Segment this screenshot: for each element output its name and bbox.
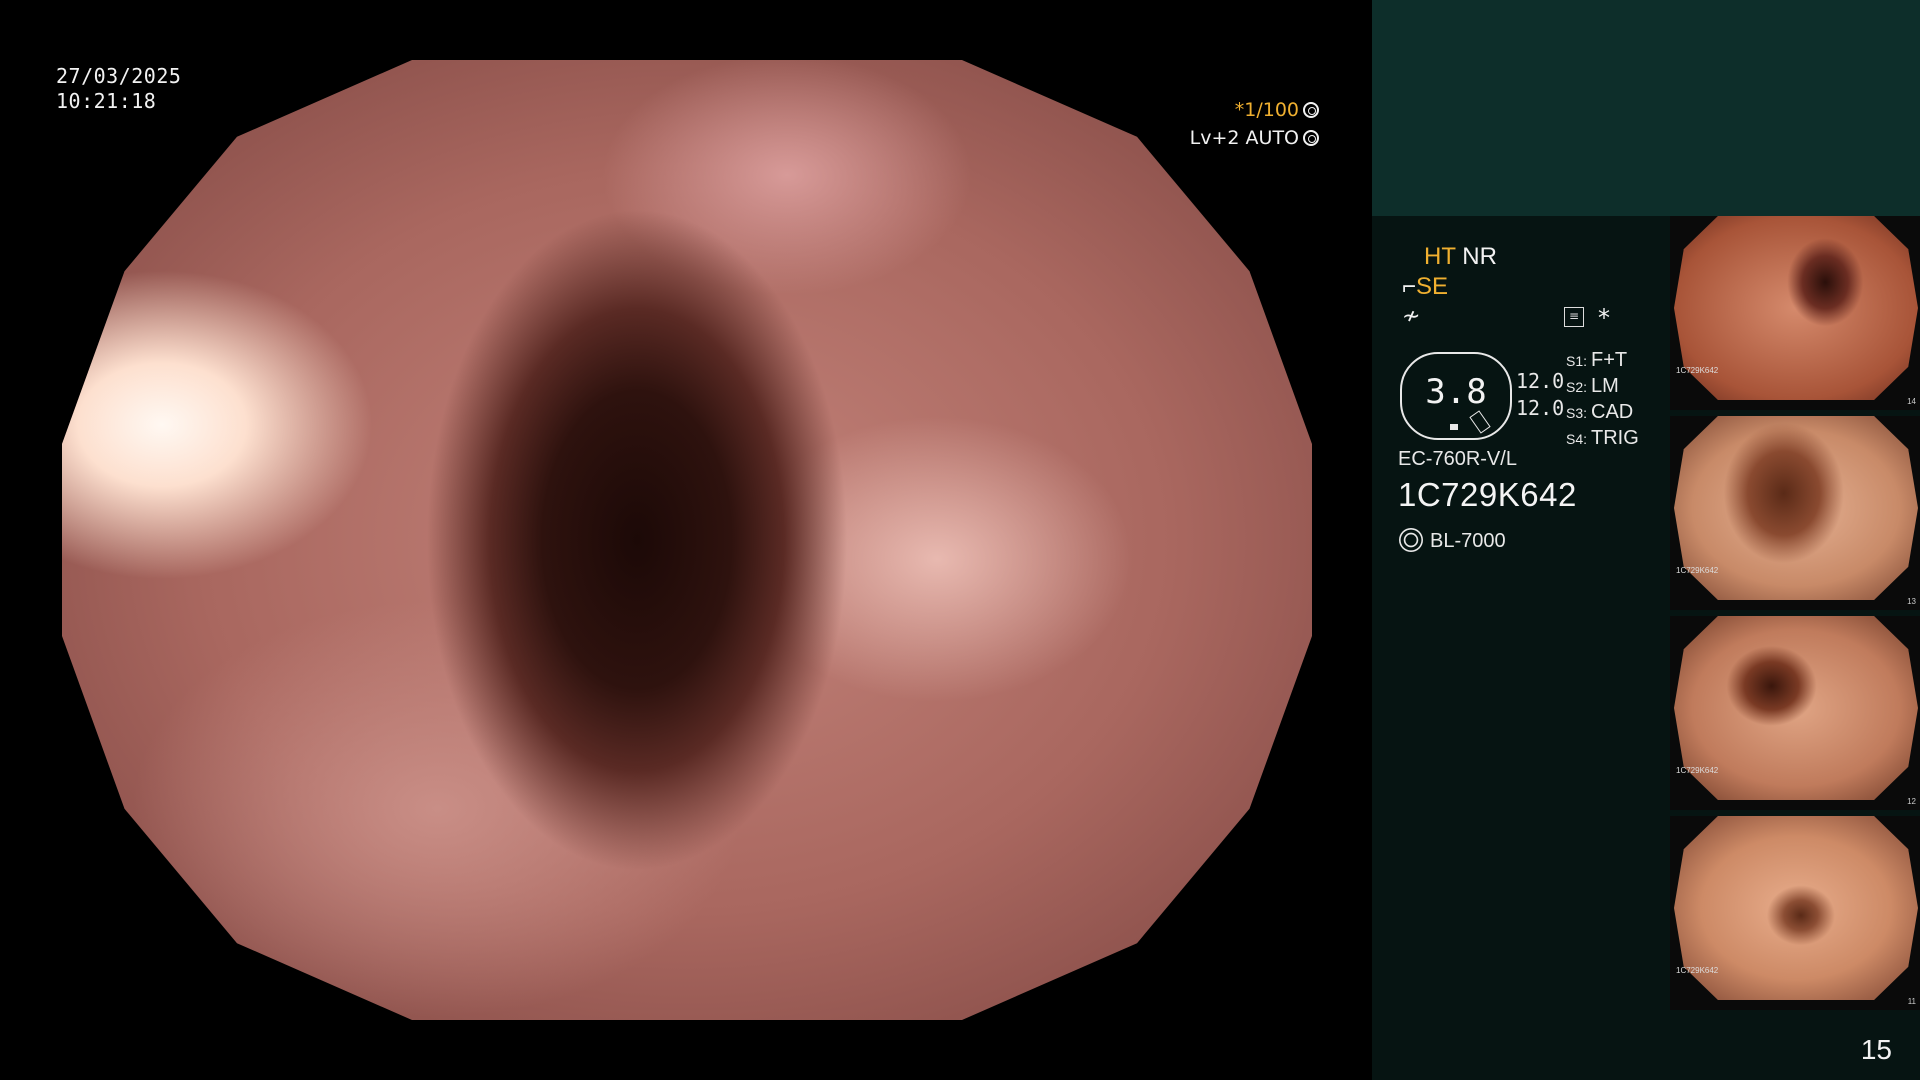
settings-menu-icon: ≡ [1564,307,1584,327]
thumbnail-number: 12 [1907,797,1916,806]
switch-item: S2: LM [1566,375,1619,397]
se-label: SE [1416,273,1449,300]
panel-header-area [1372,0,1920,216]
structure-icon: ⌐ [1402,273,1417,300]
page-number: 15 [1860,1034,1892,1065]
light-source-icon [1403,532,1419,548]
datetime-overlay: 27/03/2025 10:21:18 [56,64,181,114]
thumbnail-serial: 1C729K642 [1676,366,1719,375]
switch-list: S1: F+T S2: LM S3: CAD S4: TRIG [1566,348,1639,452]
switch-item: S3: CAD [1566,401,1634,423]
capture-thumbnail[interactable]: 1C729K642 14 [1670,216,1920,410]
capture-thumbnail[interactable]: 1C729K642 11 [1670,816,1920,1010]
se-row: ⌐SE [1402,273,1448,301]
date-text: 27/03/2025 [56,64,182,88]
ht-label: HT [1424,243,1456,270]
switch-item: S1: F+T [1566,349,1628,371]
thumbnail-serial: 1C729K642 [1676,966,1719,975]
mode-icon: ≁ [1402,304,1421,329]
auto-iris-icon [1303,130,1319,146]
capture-thumbnail[interactable]: 1C729K642 13 [1670,416,1920,610]
thumbnail-number: 14 [1907,397,1916,406]
lamp-label: BL-7000 [1430,530,1506,552]
level-text: Lv+2 AUTO [1189,127,1299,149]
shutter-overlay: *1/100 [1235,99,1319,121]
scope-serial: 1C729K642 [1398,476,1577,513]
level-overlay: Lv+2 AUTO [1190,127,1319,149]
star-icon: * [1598,304,1610,332]
shutter-text: *1/100 [1234,99,1299,121]
nr-label: NR [1462,243,1497,270]
gauge-base-icon [1450,424,1458,430]
value-row-1: 12.0 [1516,369,1565,393]
shutter-icon [1303,102,1319,118]
thumbnail-serial: 1C729K642 [1676,766,1719,775]
value-column: 12.0 12.0 [1516,368,1564,422]
thumbnail-number: 13 [1907,597,1916,606]
scope-model: EC-760R-V/L [1398,448,1517,470]
gauge-value: 3.8 [1425,372,1487,412]
gauge-knob-icon [1469,410,1491,434]
zoom-gauge: 3.8 [1400,352,1512,440]
endoscope-view: 27/03/2025 10:21:18 *1/100 Lv+2 AUTO [0,0,1372,1080]
capture-thumbnail[interactable]: 1C729K642 12 [1670,616,1920,810]
thumbnail-number: 11 [1907,997,1916,1006]
value-row-2: 12.0 [1516,396,1565,420]
switch-item: S4: TRIG [1566,427,1639,449]
ht-nr-row: HT NR [1424,243,1497,271]
time-text: 10:21:18 [56,89,157,113]
endoscope-image [62,60,1312,1020]
info-panel: HT NR ⌐SE ≁ ≡ * 3.8 12.0 12.0 S1: F+T S2:… [1372,0,1920,1080]
lamp-row: BL-7000 [1398,530,1506,553]
thumbnail-serial: 1C729K642 [1676,566,1719,575]
